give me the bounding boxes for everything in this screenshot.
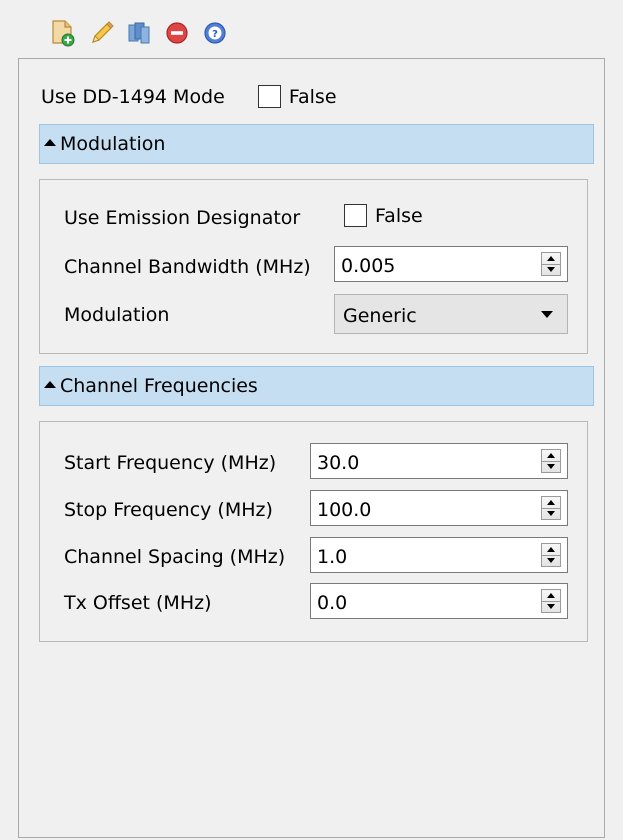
arrow-down-icon (547, 604, 555, 610)
spin-buttons (541, 252, 561, 276)
dd1494-value: False (288, 85, 337, 108)
spin-up-button[interactable] (542, 450, 560, 462)
emission-designator-checkbox[interactable] (344, 204, 367, 227)
spin-buttons (541, 449, 561, 473)
delete-icon[interactable] (162, 18, 192, 48)
modulation-group: Use Emission Designator False Channel Ba… (39, 179, 588, 354)
collapse-triangle-icon (44, 139, 56, 146)
dd1494-row: Use DD-1494 Mode False (41, 85, 337, 108)
copy-icon[interactable] (124, 18, 154, 48)
dd1494-label: Use DD-1494 Mode (41, 85, 225, 108)
arrow-down-icon (547, 464, 555, 470)
properties-panel: Use DD-1494 Mode False Modulation Use Em… (18, 58, 605, 838)
dd1494-checkbox[interactable] (257, 85, 281, 108)
modulation-section-title: Modulation (60, 133, 166, 155)
edit-pencil-icon[interactable] (86, 18, 116, 48)
start-frequency-spinbox[interactable]: 30.0 (310, 443, 568, 479)
spin-down-button[interactable] (542, 462, 560, 473)
spin-down-button[interactable] (542, 509, 560, 520)
channel-spacing-value: 1.0 (317, 546, 348, 568)
start-frequency-value: 30.0 (317, 452, 360, 474)
channel-spacing-spinbox[interactable]: 1.0 (310, 537, 568, 573)
arrow-up-icon (547, 546, 555, 552)
spin-up-button[interactable] (542, 497, 560, 509)
spin-down-button[interactable] (542, 265, 560, 276)
spin-up-button[interactable] (542, 590, 560, 602)
spin-down-button[interactable] (542, 602, 560, 613)
svg-text:?: ? (212, 29, 218, 40)
frequencies-section-title: Channel Frequencies (60, 375, 258, 397)
emission-designator-value: False (375, 204, 423, 227)
arrow-up-icon (547, 255, 555, 261)
tx-offset-label: Tx Offset (MHz) (64, 592, 212, 614)
frequencies-section-header[interactable]: Channel Frequencies (39, 366, 594, 406)
spin-down-button[interactable] (542, 556, 560, 567)
modulation-section-header[interactable]: Modulation (39, 124, 594, 164)
help-icon[interactable]: ? (200, 18, 230, 48)
spin-buttons (541, 496, 561, 520)
channel-bandwidth-value: 0.005 (341, 255, 396, 277)
emission-designator-label: Use Emission Designator (64, 207, 301, 229)
arrow-up-icon (547, 499, 555, 505)
arrow-up-icon (547, 452, 555, 458)
spin-buttons (541, 543, 561, 567)
arrow-down-icon (547, 558, 555, 564)
add-document-icon[interactable] (48, 18, 78, 48)
spin-up-button[interactable] (542, 253, 560, 265)
channel-bandwidth-spinbox[interactable]: 0.005 (334, 246, 568, 282)
channel-bandwidth-label: Channel Bandwidth (MHz) (64, 256, 311, 278)
arrow-down-icon (547, 511, 555, 517)
spin-up-button[interactable] (542, 544, 560, 556)
tx-offset-spinbox[interactable]: 0.0 (310, 583, 568, 619)
channel-spacing-label: Channel Spacing (MHz) (64, 546, 286, 568)
modulation-selected-value: Generic (343, 305, 417, 327)
stop-frequency-value: 100.0 (317, 499, 372, 521)
collapse-triangle-icon (44, 381, 56, 388)
stop-frequency-label: Stop Frequency (MHz) (64, 499, 273, 521)
frequencies-group: Start Frequency (MHz) 30.0 Stop Frequenc… (39, 421, 588, 642)
spin-buttons (541, 589, 561, 613)
modulation-dropdown[interactable]: Generic (334, 294, 568, 334)
toolbar: ? (48, 16, 238, 50)
arrow-up-icon (547, 592, 555, 598)
chevron-down-icon (541, 310, 553, 318)
emission-designator-row: False (344, 204, 423, 227)
tx-offset-value: 0.0 (317, 592, 348, 614)
stop-frequency-spinbox[interactable]: 100.0 (310, 490, 568, 526)
start-frequency-label: Start Frequency (MHz) (64, 452, 277, 474)
modulation-label: Modulation (64, 304, 170, 326)
arrow-down-icon (547, 267, 555, 273)
